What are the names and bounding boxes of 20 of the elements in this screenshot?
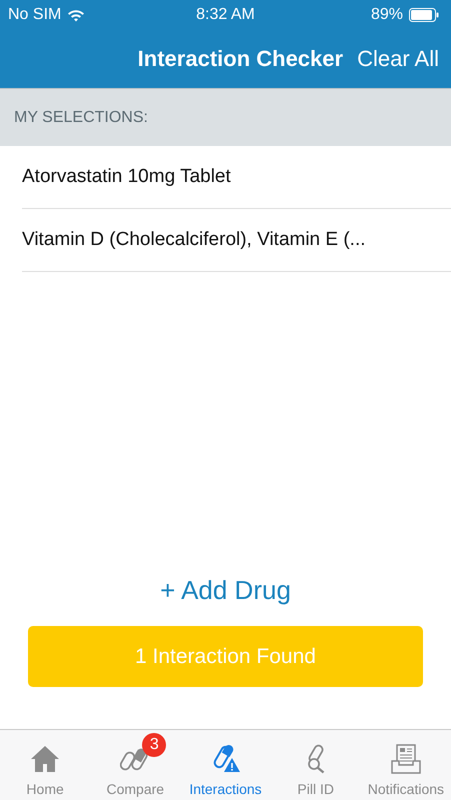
clear-all-button[interactable]: Clear All (357, 46, 439, 72)
tab-item[interactable]: Notifications (360, 730, 451, 800)
add-drug-link[interactable]: + Add Drug (160, 575, 291, 606)
tab-item[interactable]: 3 Compare (90, 730, 180, 800)
carrier-text: No SIM (8, 6, 62, 24)
battery-text: 89% (370, 6, 403, 24)
screen-title: Interaction Checker (138, 46, 344, 72)
battery-icon (409, 8, 439, 22)
drug-list-item[interactable]: Atorvastatin 10mg Tablet (22, 146, 451, 209)
wifi-icon (67, 8, 86, 22)
tab-item[interactable]: Interactions (180, 730, 271, 800)
count-badge: 3 (142, 733, 166, 757)
drug-list-item[interactable]: Vitamin D (Cholecalciferol), Vitamin E (... (22, 209, 451, 272)
tab-item[interactable]: Pill ID (270, 730, 361, 800)
home-icon (30, 745, 60, 773)
time-text: 8:32 AM (195, 6, 256, 24)
section-header: MY SELECTIONS: (0, 88, 451, 146)
capsule-warning-icon (210, 744, 240, 774)
inbox-document-icon (390, 744, 422, 774)
tab-item[interactable]: Home (0, 730, 90, 800)
